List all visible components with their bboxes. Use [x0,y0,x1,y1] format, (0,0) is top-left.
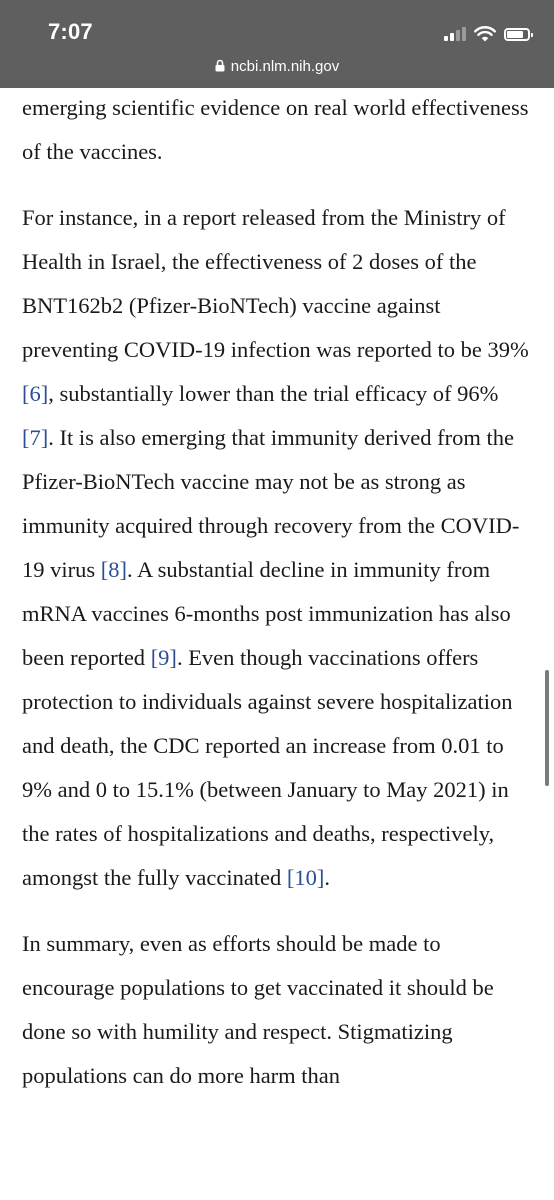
lock-icon [215,59,225,72]
reference-link-7[interactable]: [7] [22,425,48,450]
reference-link-10[interactable]: [10] [287,865,325,890]
status-time: 7:07 [48,19,93,44]
battery-level-fill [507,30,524,38]
cellular-signal-icon [444,27,466,41]
url-text: ncbi.nlm.nih.gov [230,58,340,75]
status-and-url-bar: 7:07 ncbi.nlm.nih.gov [0,0,554,88]
reference-link-8[interactable]: [8] [101,557,127,582]
reference-link-9[interactable]: [9] [151,645,177,670]
article-body: emerging scientific evidence on real wor… [22,86,534,1120]
battery-icon [504,27,533,41]
page-scrollbar[interactable] [545,670,549,786]
status-icons [444,23,533,45]
paragraph-summary: In summary, even as efforts should be ma… [22,931,494,1088]
reference-link-6[interactable]: [6] [22,381,48,406]
wifi-icon [474,26,496,42]
address-bar[interactable]: ncbi.nlm.nih.gov [0,58,554,75]
paragraph-effectiveness: For instance, in a report released from … [22,205,529,890]
paragraph-intro-fragment: emerging scientific evidence on real wor… [22,95,529,164]
